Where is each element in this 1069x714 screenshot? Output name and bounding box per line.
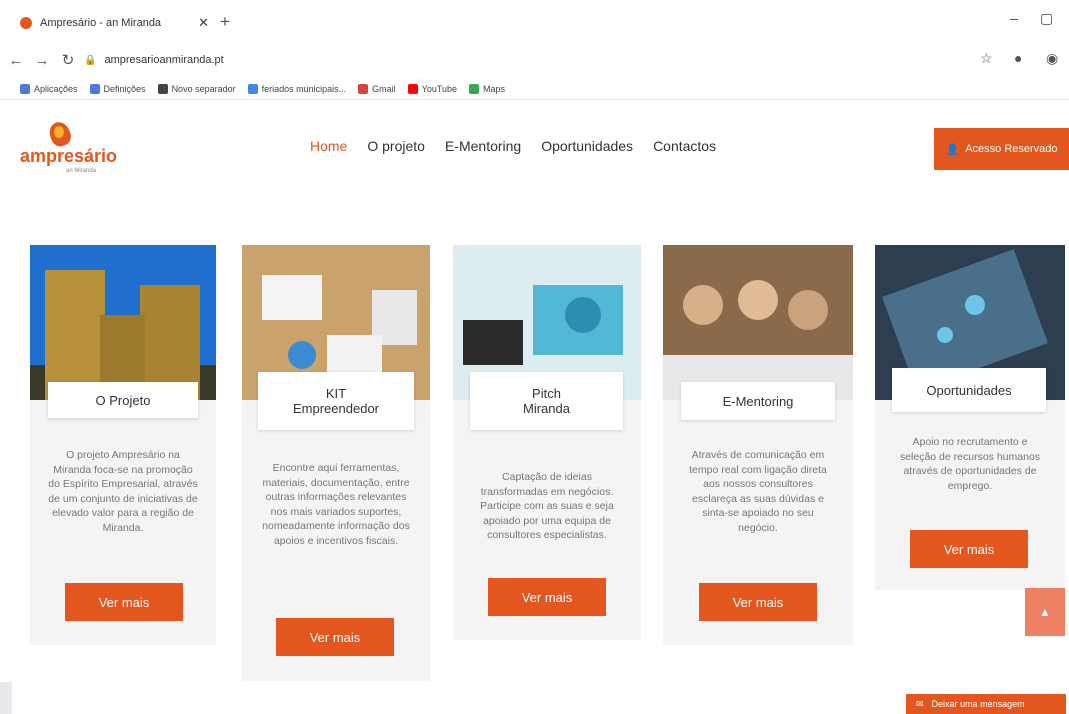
bookmark-label: Definições <box>103 83 146 94</box>
card-title: KIT Empreendedor <box>258 372 414 430</box>
card-kit-empreendedor: KIT Empreendedor Encontre aqui ferrament… <box>242 245 430 681</box>
user-icon: 👤 <box>945 143 960 156</box>
card-e-mentoring: E-Mentoring Através de comunicação em te… <box>663 245 853 645</box>
bookmark-item[interactable]: Gmail <box>358 83 396 94</box>
bookmark-icon <box>20 83 30 94</box>
scroll-to-top-button[interactable]: ▲ <box>1025 588 1065 636</box>
logo-subtitle: an Miranda <box>66 168 97 174</box>
bookmark-icon <box>247 83 258 94</box>
card-description: Encontre aqui ferramentas, materiais, do… <box>262 462 410 547</box>
url-text: ampresarioanmiranda.pt <box>104 54 224 66</box>
card-title: O Projeto <box>48 382 198 418</box>
card-oportunidades: Oportunidades Apoio no recrutamento e se… <box>875 245 1065 590</box>
address-input[interactable]: 🔒 ampresarioanmiranda.pt <box>84 48 964 72</box>
bookmark-item[interactable]: Definições <box>89 83 146 94</box>
ver-mais-button[interactable]: Ver mais <box>276 618 394 656</box>
bookmark-label: Gmail <box>372 83 396 94</box>
card-description: O projeto Ampresário na Miranda foca-se … <box>48 449 198 534</box>
lock-icon: 🔒 <box>84 54 97 66</box>
profile-icon[interactable]: ◉ <box>1046 50 1058 67</box>
students-image <box>663 245 853 400</box>
bookmark-label: Novo separador <box>171 83 236 94</box>
chevron-up-icon: ▲ <box>1039 605 1051 619</box>
site-logo[interactable]: ampresário an Miranda <box>20 119 130 180</box>
leave-message-label: Deixar uma mensagem <box>931 699 1025 709</box>
logo-wordmark: ampresário <box>20 146 118 166</box>
access-reserved-label: Acesso Reservado <box>965 143 1058 155</box>
minimize-button[interactable]: – <box>1010 10 1018 26</box>
nav-oportunidades[interactable]: Oportunidades <box>541 138 633 154</box>
card-o-projeto: O Projeto O projeto Ampresário na Mirand… <box>30 245 216 645</box>
browser-tab[interactable]: Ampresário - an Miranda ✕ <box>20 12 215 34</box>
bookmark-icon <box>157 83 168 94</box>
bookmark-item[interactable]: YouTube <box>407 83 458 94</box>
extension-icon[interactable]: ● <box>1014 50 1022 66</box>
ver-mais-button[interactable]: Ver mais <box>699 583 817 621</box>
bookmark-icon <box>358 83 369 94</box>
back-arrow-icon[interactable]: ← <box>6 52 26 69</box>
mail-icon: ✉ <box>916 698 924 709</box>
restore-button[interactable]: ▢ <box>1040 10 1053 27</box>
browser-tabbar: Ampresário - an Miranda ✕ + – ▢ <box>0 0 1069 44</box>
bookmark-item[interactable]: Aplicações <box>20 83 78 94</box>
bookmark-icon <box>469 83 480 94</box>
card-pitch-miranda: Pitch Miranda Captação de ideias transfo… <box>453 245 641 640</box>
card-title: Oportunidades <box>892 368 1046 412</box>
new-tab-button[interactable]: + <box>220 12 230 32</box>
ver-mais-button[interactable]: Ver mais <box>65 583 183 621</box>
ver-mais-button[interactable]: Ver mais <box>910 530 1028 568</box>
bookmark-label: Aplicações <box>34 83 78 94</box>
bookmarks-bar: Aplicações Definições Novo separador feriad… <box>0 78 1069 100</box>
nav-e-mentoring[interactable]: E-Mentoring <box>445 138 521 154</box>
tab-title: Ampresário - an Miranda <box>40 17 162 29</box>
card-title: Pitch Miranda <box>470 372 623 430</box>
close-tab-icon[interactable]: ✕ <box>198 15 209 31</box>
site-favicon-icon <box>20 17 32 29</box>
forward-arrow-icon[interactable]: → <box>32 52 52 69</box>
bookmark-icon <box>407 83 418 94</box>
access-reserved-button[interactable]: 👤 Acesso Reservado <box>934 128 1069 170</box>
card-description: Apoio no recrutamento e seleção de recur… <box>899 436 1041 492</box>
castle-image <box>30 245 216 400</box>
card-description: Através de comunicação em tempo real com… <box>689 449 827 534</box>
main-navigation: Home O projeto E-Mentoring Oportunidades… <box>310 138 716 154</box>
leave-message-button[interactable]: ✉ Deixar uma mensagem <box>906 694 1066 714</box>
nav-contactos[interactable]: Contactos <box>653 138 716 154</box>
bookmark-item[interactable]: Novo separador <box>157 83 236 94</box>
bookmark-item[interactable]: Maps <box>469 83 506 94</box>
address-toolbar: ← → ↻ 🔒 ampresarioanmiranda.pt <box>0 44 1069 76</box>
bookmark-icon <box>89 83 100 94</box>
bookmark-label: YouTube <box>421 83 458 94</box>
left-edge-block <box>0 682 12 714</box>
card-description: Captação de ideias transformadas em negó… <box>480 471 614 542</box>
nav-home[interactable]: Home <box>310 138 347 154</box>
bookmark-label: Maps <box>483 83 506 94</box>
reload-icon[interactable]: ↻ <box>58 51 78 69</box>
bookmark-item[interactable]: feriados municipais... <box>247 83 347 94</box>
card-title: E-Mentoring <box>681 382 835 420</box>
ver-mais-button[interactable]: Ver mais <box>488 578 606 616</box>
star-icon[interactable]: ☆ <box>980 50 993 67</box>
bookmark-label: feriados municipais... <box>261 83 347 94</box>
nav-o-projeto[interactable]: O projeto <box>367 138 425 154</box>
